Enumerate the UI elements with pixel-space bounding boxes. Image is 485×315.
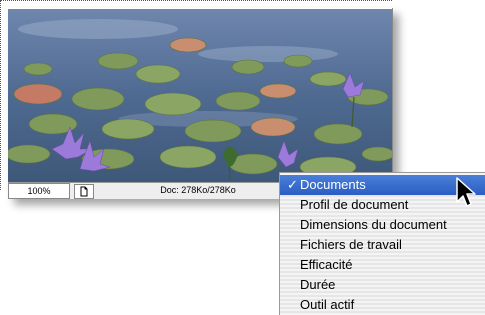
menu-item-label: Efficacité — [300, 257, 353, 272]
menu-item-dimensions-du-document[interactable]: Dimensions du document — [280, 215, 485, 235]
document-icon[interactable] — [74, 184, 94, 199]
zoom-field[interactable]: 100% — [8, 183, 70, 199]
menu-item-label: Dimensions du document — [300, 217, 447, 232]
menu-item-label: Outil actif — [300, 297, 355, 312]
lily-pond-photo — [8, 9, 392, 182]
doc-size-info: Doc: 278Ko/278Ko — [160, 185, 236, 195]
menu-item-label: Documents — [300, 177, 366, 192]
arrow-cursor-icon — [455, 177, 477, 214]
checkmark-icon: ✓ — [287, 177, 298, 192]
document-window: 100% Doc: 278Ko/278Ko — [8, 8, 393, 199]
menu-item-duree[interactable]: Durée — [280, 275, 485, 295]
menu-item-fichiers-de-travail[interactable]: Fichiers de travail — [280, 235, 485, 255]
menu-item-outil-actif[interactable]: Outil actif — [280, 295, 485, 315]
menu-item-label: Fichiers de travail — [300, 237, 402, 252]
menu-item-label: Profil de document — [300, 197, 409, 212]
dotted-border-left — [0, 0, 1, 190]
menu-item-efficacite[interactable]: Efficacité — [280, 255, 485, 275]
photo-artwork — [8, 9, 392, 182]
dotted-border-top — [0, 0, 392, 1]
menu-item-label: Durée — [300, 277, 336, 292]
